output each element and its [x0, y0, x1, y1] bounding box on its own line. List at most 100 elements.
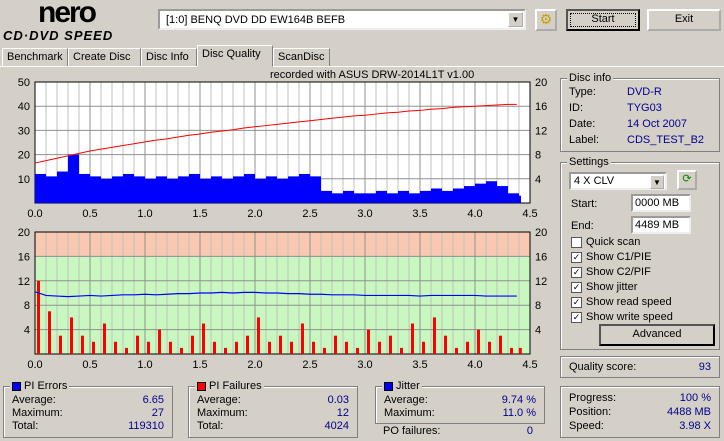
- x-tick-label: 0.0: [27, 208, 42, 220]
- checkbox-box[interactable]: [571, 236, 582, 248]
- label: Maximum:: [197, 407, 248, 419]
- checkbox-show-read-speed[interactable]: ✓ Show read speed: [571, 296, 672, 308]
- pi-error-bar: [409, 193, 420, 203]
- pi-failures-title: PI Failures: [209, 380, 262, 392]
- nero-logo: nero: [38, 0, 97, 29]
- disc-id: TYG03: [627, 102, 662, 114]
- tab-disc-quality[interactable]: Disc Quality: [197, 45, 273, 67]
- pi-failure-bar: [499, 335, 502, 354]
- x-tick-label: 1.5: [192, 208, 207, 220]
- pi-error-bar: [332, 193, 343, 203]
- position-label: Position:: [569, 406, 612, 418]
- end-input[interactable]: 4489 MB: [631, 216, 691, 234]
- pi-error-bar: [442, 190, 453, 203]
- speed-select[interactable]: 4 X CLV ▼: [569, 172, 667, 190]
- pi-failure-bar: [345, 341, 348, 354]
- x-tick-label: 0.0: [27, 359, 42, 370]
- checkbox-box[interactable]: ✓: [571, 281, 582, 293]
- pi-failure-bar: [411, 323, 414, 354]
- checkbox-quick-scan[interactable]: Quick scan: [571, 236, 640, 248]
- refresh-drive-icon[interactable]: ⚙: [535, 9, 557, 31]
- y2-tick-label: 4: [535, 325, 541, 337]
- tab-disc-info[interactable]: Disc Info: [141, 48, 197, 67]
- checkbox-show-write-speed[interactable]: ✓ Show write speed: [571, 311, 673, 323]
- pi-error-bar: [354, 193, 365, 203]
- pi-errors-color-icon: [12, 381, 21, 391]
- checkbox-show-c2-pif[interactable]: ✓ Show C2/PIF: [571, 266, 651, 278]
- label: Maximum:: [384, 407, 435, 419]
- progress-label: Progress:: [569, 392, 617, 404]
- start-button[interactable]: Start: [566, 9, 640, 31]
- x-tick-label: 1.0: [137, 208, 152, 220]
- pi-failure-bar: [466, 341, 469, 354]
- jitter-color-icon: [384, 381, 393, 391]
- checkbox-box[interactable]: ✓: [571, 296, 582, 308]
- tab-scandisc[interactable]: ScanDisc: [273, 48, 330, 67]
- date-label: Date:: [569, 118, 596, 130]
- checkbox-label: Quick scan: [586, 236, 641, 248]
- jitter-group: Jitter Average: 9.74 % Maximum: 11.0 %: [375, 380, 545, 424]
- pi-failure-bar: [92, 341, 95, 354]
- checkbox-show-jitter[interactable]: ✓ Show jitter: [571, 281, 637, 293]
- warning-band: [35, 232, 530, 257]
- label: Average:: [12, 394, 56, 406]
- disc-info-title: Disc info: [567, 72, 614, 84]
- checkbox-label: Show write speed: [586, 311, 673, 323]
- checkbox-show-c1-pie[interactable]: ✓ Show C1/PIE: [571, 251, 651, 263]
- pi-failure-bar: [246, 335, 249, 354]
- pi-error-bar: [310, 176, 321, 203]
- pi-error-bar: [255, 178, 266, 203]
- chevron-down-icon[interactable]: ▼: [650, 175, 664, 189]
- pi-error-bar: [123, 173, 134, 203]
- pi-error-bar: [387, 193, 398, 203]
- pi-failure-bar: [518, 347, 522, 354]
- x-tick-label: 2.0: [247, 208, 262, 220]
- quality-score-label: Quality score:: [569, 361, 637, 373]
- chevron-down-icon[interactable]: ▼: [508, 12, 523, 27]
- pi-error-bar: [156, 176, 167, 203]
- exit-button[interactable]: Exit: [647, 9, 721, 31]
- x-tick-label: 4.5: [522, 208, 537, 220]
- checkbox-box[interactable]: ✓: [571, 251, 582, 263]
- pi-errors-maximum: 27: [151, 407, 164, 419]
- pi-error-bar: [35, 173, 46, 203]
- pi-failure-bar: [510, 347, 513, 354]
- tab-create-disc[interactable]: Create Disc: [68, 48, 141, 67]
- disc-label: CDS_TEST_B2: [627, 134, 705, 146]
- x-tick-label: 0.5: [82, 208, 97, 220]
- y-tick-label: 20: [18, 150, 30, 162]
- jitter-average: 9.74 %: [501, 394, 536, 406]
- jitter-title: Jitter: [396, 380, 420, 392]
- advanced-button[interactable]: Advanced: [599, 324, 715, 346]
- pi-failure-bar: [169, 341, 172, 354]
- pi-error-bar: [233, 176, 244, 203]
- pi-failure-bar: [180, 347, 183, 354]
- id-label: ID:: [569, 102, 584, 114]
- type-label: Type:: [569, 86, 596, 98]
- pi-error-bar: [167, 178, 178, 203]
- checkbox-box[interactable]: ✓: [571, 266, 582, 278]
- y2-tick-label: 20: [535, 77, 547, 89]
- pi-error-bar: [299, 173, 310, 203]
- checkbox-box[interactable]: ✓: [571, 311, 582, 323]
- label-label: Label:: [569, 134, 599, 146]
- pi-errors-group: PI Errors Average: 6.65 Maximum: 27 Total:…: [3, 380, 173, 438]
- pi-failures-total: 4024: [324, 420, 349, 432]
- pi-error-bar: [343, 190, 354, 203]
- progress-box: Progress: 100 % Position: 4488 MB Speed: 3.…: [560, 386, 720, 438]
- tab-benchmark[interactable]: Benchmark: [2, 48, 68, 67]
- pi-failure-bar: [301, 323, 304, 354]
- pi-failure-bar: [147, 341, 150, 354]
- refresh-icon[interactable]: ⟳: [677, 170, 697, 190]
- drive-select[interactable]: [1:0] BENQ DVD DD EW164B BEFB ▼: [158, 9, 526, 30]
- y-tick-label: 50: [18, 77, 30, 89]
- start-input[interactable]: 0000 MB: [631, 194, 691, 212]
- y-tick-label: 40: [18, 101, 30, 113]
- pi-failures-average: 0.03: [327, 394, 349, 406]
- speed-label: Speed:: [569, 420, 604, 432]
- x-tick-label: 4.0: [467, 359, 482, 370]
- pi-error-bar: [497, 186, 508, 203]
- pi-failure-bar: [356, 347, 359, 354]
- x-tick-label: 3.0: [357, 359, 372, 370]
- pi-failure-bar: [323, 347, 326, 354]
